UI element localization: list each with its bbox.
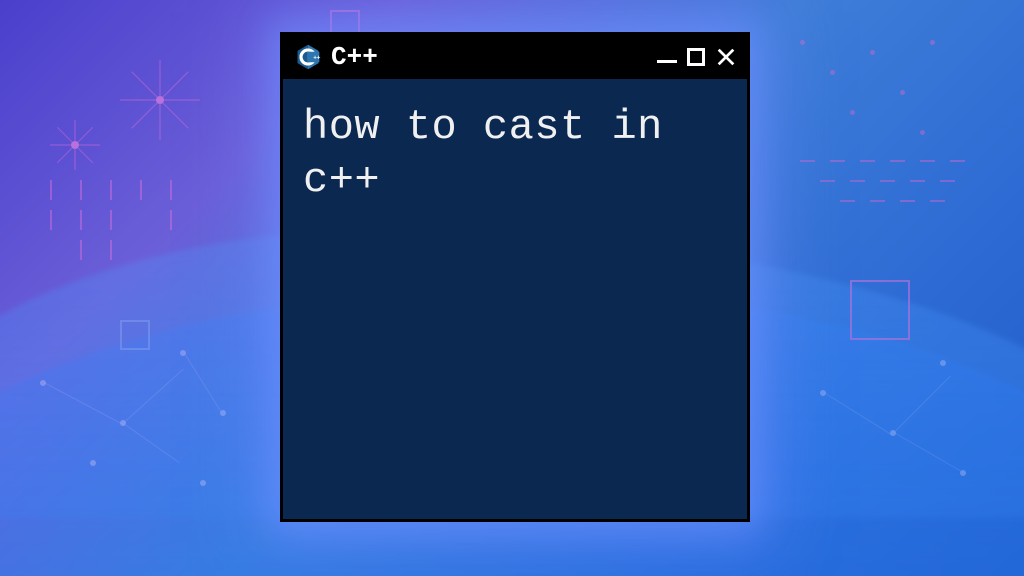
terminal-window: + + C++ how to cast in c++ — [280, 32, 750, 522]
close-button[interactable] — [715, 46, 737, 68]
window-titlebar[interactable]: + + C++ — [283, 35, 747, 79]
minimize-button[interactable] — [657, 52, 677, 63]
window-title: C++ — [331, 42, 649, 72]
cpp-logo-icon: + + — [293, 42, 323, 72]
svg-text:+: + — [317, 55, 321, 62]
maximize-icon — [687, 48, 705, 66]
terminal-body[interactable]: how to cast in c++ — [283, 79, 747, 228]
terminal-text: how to cast in c++ — [303, 101, 727, 206]
minimize-icon — [657, 60, 677, 63]
maximize-button[interactable] — [687, 48, 705, 66]
window-controls — [657, 46, 737, 68]
close-icon — [715, 46, 737, 68]
